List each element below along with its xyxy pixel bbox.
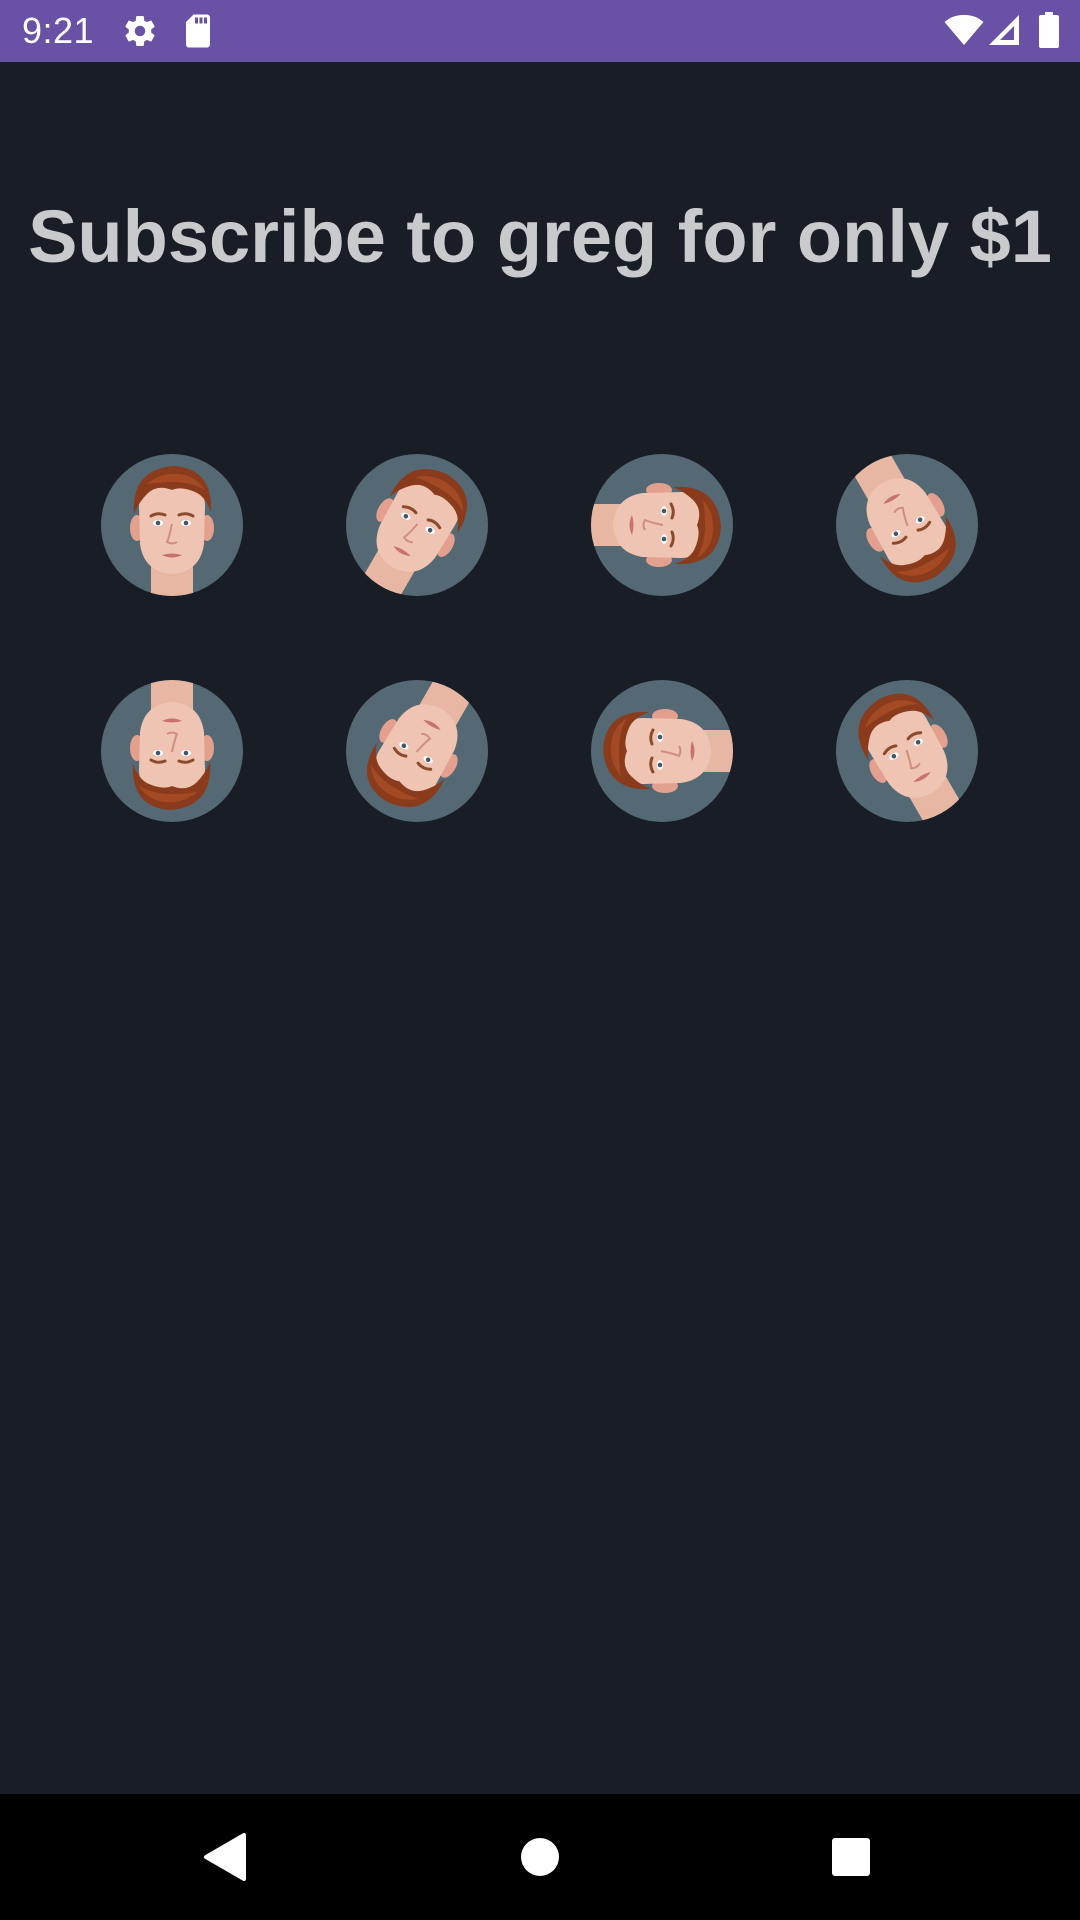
navigation-bar — [0, 1794, 1080, 1920]
recents-button[interactable] — [791, 1794, 911, 1920]
greg-avatar[interactable] — [101, 454, 243, 596]
cellular-signal-icon — [988, 14, 1020, 46]
greg-face-image — [858, 693, 962, 822]
greg-avatar[interactable] — [591, 680, 733, 822]
battery-icon — [1038, 12, 1060, 48]
greg-avatar[interactable] — [346, 680, 488, 822]
recents-icon — [832, 1838, 870, 1876]
sd-card-icon — [182, 13, 214, 49]
greg-avatar[interactable] — [836, 454, 978, 596]
main-content: Subscribe to greg for only $1 — [0, 62, 1080, 1794]
greg-face-image — [130, 680, 214, 810]
back-button[interactable] — [166, 1794, 286, 1920]
back-icon — [204, 1833, 246, 1881]
greg-face-image — [603, 709, 733, 793]
subscribe-headline: Subscribe to greg for only $1 — [28, 195, 1052, 278]
greg-face-image — [130, 466, 214, 596]
greg-avatar[interactable] — [101, 680, 243, 822]
status-time: 9:21 — [22, 10, 95, 51]
greg-face-image — [591, 483, 721, 567]
home-button[interactable] — [480, 1794, 600, 1920]
status-bar: 9:21 — [0, 0, 1080, 62]
wifi-icon — [944, 14, 984, 46]
greg-face-image — [852, 454, 956, 583]
greg-avatar[interactable] — [836, 680, 978, 822]
greg-face-image — [362, 469, 468, 596]
greg-face-image — [366, 680, 472, 807]
greg-avatar[interactable] — [591, 454, 733, 596]
home-icon — [521, 1838, 559, 1876]
gear-icon — [122, 13, 158, 49]
greg-avatar[interactable] — [346, 454, 488, 596]
